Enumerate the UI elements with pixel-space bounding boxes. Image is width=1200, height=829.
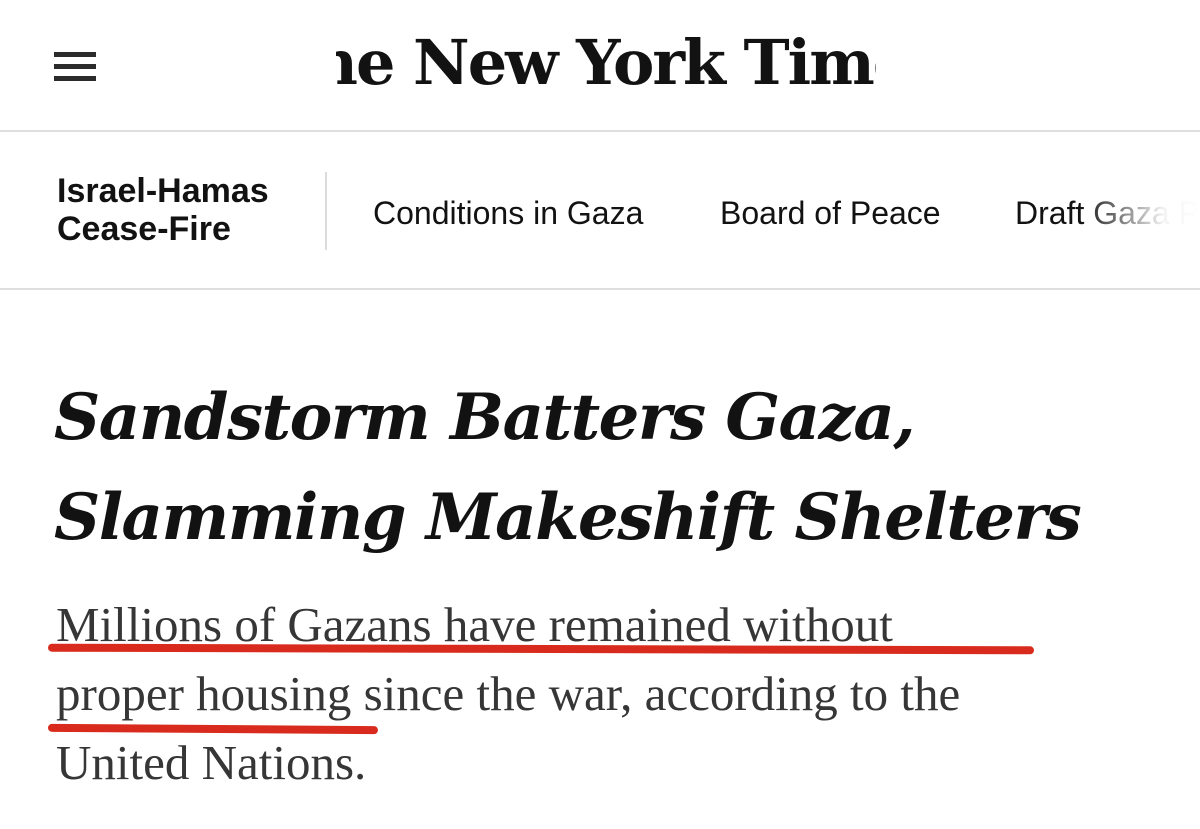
article-summary: Millions of Gazans have remained without… — [56, 590, 1156, 797]
summary-line3: United Nations. — [56, 735, 367, 790]
summary-line2: proper housing since the war, according … — [56, 666, 961, 721]
masthead: The New York Times — [0, 0, 1200, 132]
nyt-logo[interactable]: The New York Times — [336, 22, 876, 112]
nav-link-draft-gaza[interactable]: Draft Gaza P — [1015, 194, 1200, 232]
section-title-line2: Cease-Fire — [57, 210, 231, 248]
nav-link-conditions-in-gaza[interactable]: Conditions in Gaza — [373, 194, 643, 232]
headline-line2: Slamming Makeshift Shelters — [54, 480, 1082, 555]
section-title[interactable]: Israel-Hamas Cease-Fire — [57, 172, 307, 248]
hamburger-menu-icon[interactable] — [54, 52, 96, 82]
section-nav: Israel-Hamas Cease-Fire Conditions in Ga… — [0, 132, 1200, 290]
headline-line1: Sandstorm Batters Gaza, — [54, 380, 916, 455]
section-divider — [325, 172, 327, 250]
article-headline: Sandstorm Batters Gaza, Slamming Makeshi… — [54, 368, 1154, 568]
nav-link-board-of-peace[interactable]: Board of Peace — [720, 194, 941, 232]
section-title-line1: Israel-Hamas — [57, 172, 269, 210]
logo-text: The New York Times — [336, 26, 876, 99]
